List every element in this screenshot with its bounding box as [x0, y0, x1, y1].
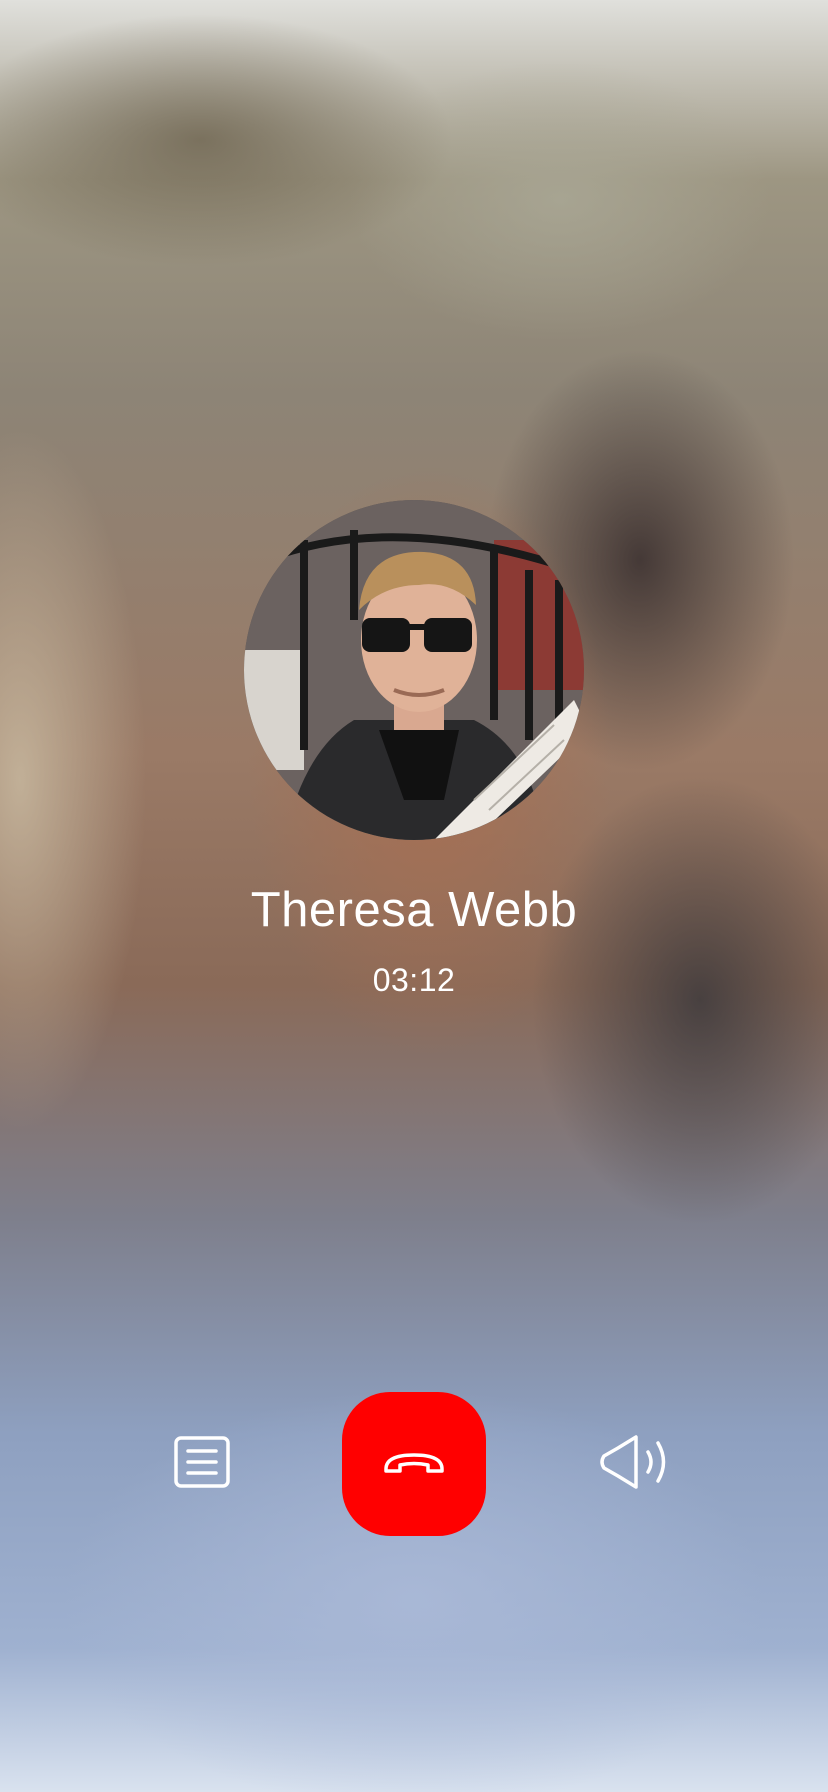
caller-name: Theresa Webb: [250, 883, 578, 937]
call-duration: 03:12: [372, 962, 456, 998]
speaker-icon: [598, 1434, 674, 1495]
notes-button[interactable]: [142, 1392, 262, 1536]
speaker-button[interactable]: [574, 1392, 698, 1536]
end-call-button[interactable]: [342, 1392, 486, 1536]
notes-icon: [174, 1435, 230, 1493]
phone-hangup-icon: [382, 1447, 446, 1482]
caller-avatar: [244, 500, 584, 840]
